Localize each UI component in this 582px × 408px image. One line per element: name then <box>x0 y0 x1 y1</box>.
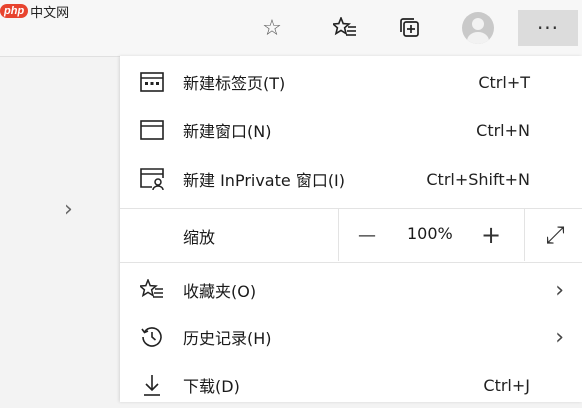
zoom-value: 100% <box>407 224 453 243</box>
chevron-right-icon: › <box>555 324 564 350</box>
history-icon <box>140 325 164 349</box>
menu-divider <box>120 262 582 263</box>
menu-item-new-inprivate-window[interactable]: 新建 InPrivate 窗口(I) Ctrl+Shift+N <box>120 156 582 202</box>
menu-item-label: 下载(D) <box>183 377 240 396</box>
menu-item-history[interactable]: 历史记录(H) › <box>120 314 582 360</box>
menu-item-shortcut: Ctrl+T <box>478 72 530 92</box>
download-icon <box>140 373 164 397</box>
zoom-out-button[interactable]: — <box>340 209 394 261</box>
browser-toolbar: php 中文网 ☆ ··· <box>0 0 582 56</box>
menu-item-shortcut: Ctrl+J <box>483 375 530 395</box>
avatar <box>462 12 494 44</box>
more-icon: ··· <box>536 16 560 40</box>
zoom-separator <box>338 209 339 261</box>
fullscreen-button[interactable]: ⤢ <box>528 209 582 261</box>
menu-item-shortcut: Ctrl+N <box>476 120 530 140</box>
zoom-row: 缩放 — 100% + ⤢ <box>120 209 582 261</box>
menu-item-shortcut: Ctrl+Shift+N <box>426 169 530 189</box>
chevron-right-icon[interactable]: › <box>64 197 73 222</box>
logo-text: 中文网 <box>30 5 70 21</box>
settings-menu: 新建标签页(T) Ctrl+T 新建窗口(N) Ctrl+N 新建 InPriv… <box>120 56 582 402</box>
menu-item-label: 新建窗口(N) <box>183 122 272 141</box>
favorites-list-icon <box>333 17 356 36</box>
logo-badge: php <box>0 4 29 18</box>
zoom-separator <box>524 209 525 261</box>
zoom-label: 缩放 <box>183 228 216 247</box>
menu-item-downloads[interactable]: 下载(D) Ctrl+J <box>120 362 582 408</box>
inprivate-window-icon <box>140 167 164 191</box>
page-content-area: › <box>0 56 120 403</box>
new-window-icon <box>140 118 164 142</box>
site-logo: php 中文网 <box>0 0 72 22</box>
plus-icon: + <box>480 221 502 249</box>
menu-item-label: 新建标签页(T) <box>183 74 286 93</box>
chevron-right-icon: › <box>555 277 564 303</box>
star-outline-icon: ☆ <box>262 15 282 41</box>
menu-item-favorites[interactable]: 收藏夹(O) › <box>120 267 582 313</box>
menu-item-label: 收藏夹(O) <box>183 282 257 301</box>
menu-item-label: 历史记录(H) <box>183 329 272 348</box>
menu-item-new-tab[interactable]: 新建标签页(T) Ctrl+T <box>120 59 582 105</box>
settings-and-more-button[interactable]: ··· <box>518 10 578 46</box>
collections-icon <box>400 18 419 37</box>
zoom-in-button[interactable]: + <box>464 209 518 261</box>
favorites-button[interactable] <box>325 10 365 46</box>
minus-icon: — <box>358 224 376 246</box>
menu-item-new-window[interactable]: 新建窗口(N) Ctrl+N <box>120 107 582 153</box>
collections-button[interactable] <box>390 10 430 46</box>
add-favorite-button[interactable]: ☆ <box>252 10 292 46</box>
menu-item-label: 新建 InPrivate 窗口(I) <box>183 171 346 190</box>
favorites-icon <box>140 278 164 302</box>
profile-button[interactable] <box>458 10 498 46</box>
fullscreen-icon: ⤢ <box>545 221 565 249</box>
new-tab-icon <box>140 70 164 94</box>
